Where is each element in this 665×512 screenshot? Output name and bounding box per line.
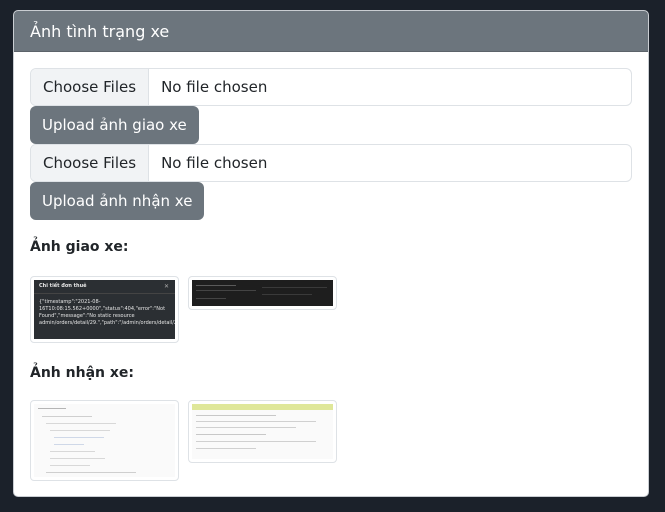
delivery-file-status: No file chosen	[161, 78, 268, 96]
return-photo-thumb-2[interactable]	[188, 400, 337, 463]
return-photos-title: Ảnh nhận xe:	[30, 365, 134, 381]
delivery-photos-title: Ảnh giao xe:	[30, 239, 129, 255]
delivery-file-input[interactable]: Choose Files No file chosen	[30, 68, 632, 106]
upload-delivery-button[interactable]: Upload ảnh giao xe	[30, 106, 199, 144]
delivery-choose-files-button[interactable]: Choose Files	[31, 69, 150, 105]
delivery-photo-thumb-2[interactable]	[188, 276, 337, 310]
return-file-status: No file chosen	[161, 154, 268, 172]
return-photo-1-image	[34, 404, 175, 477]
thumb-dialog-text: {"timestamp":"2021-08-16T10:08:15.562+00…	[39, 299, 175, 326]
return-file-input[interactable]: Choose Files No file chosen	[30, 144, 632, 182]
delivery-photo-1-image: Chi tiết đơn thuê ✕ {"timestamp":"2021-0…	[34, 280, 175, 339]
delivery-photo-2-image	[192, 280, 333, 306]
return-choose-files-button[interactable]: Choose Files	[31, 145, 150, 181]
delivery-photo-thumb-1[interactable]: Chi tiết đơn thuê ✕ {"timestamp":"2021-0…	[30, 276, 179, 343]
thumb-dialog-title: Chi tiết đơn thuê	[34, 280, 175, 294]
card-header: Ảnh tình trạng xe	[14, 11, 648, 52]
upload-return-button[interactable]: Upload ảnh nhận xe	[30, 182, 205, 220]
return-photo-thumb-1[interactable]	[30, 400, 179, 481]
vehicle-condition-card: Ảnh tình trạng xe Choose Files No file c…	[13, 10, 649, 497]
return-photo-2-image	[192, 404, 333, 459]
close-icon: ✕	[163, 283, 169, 290]
